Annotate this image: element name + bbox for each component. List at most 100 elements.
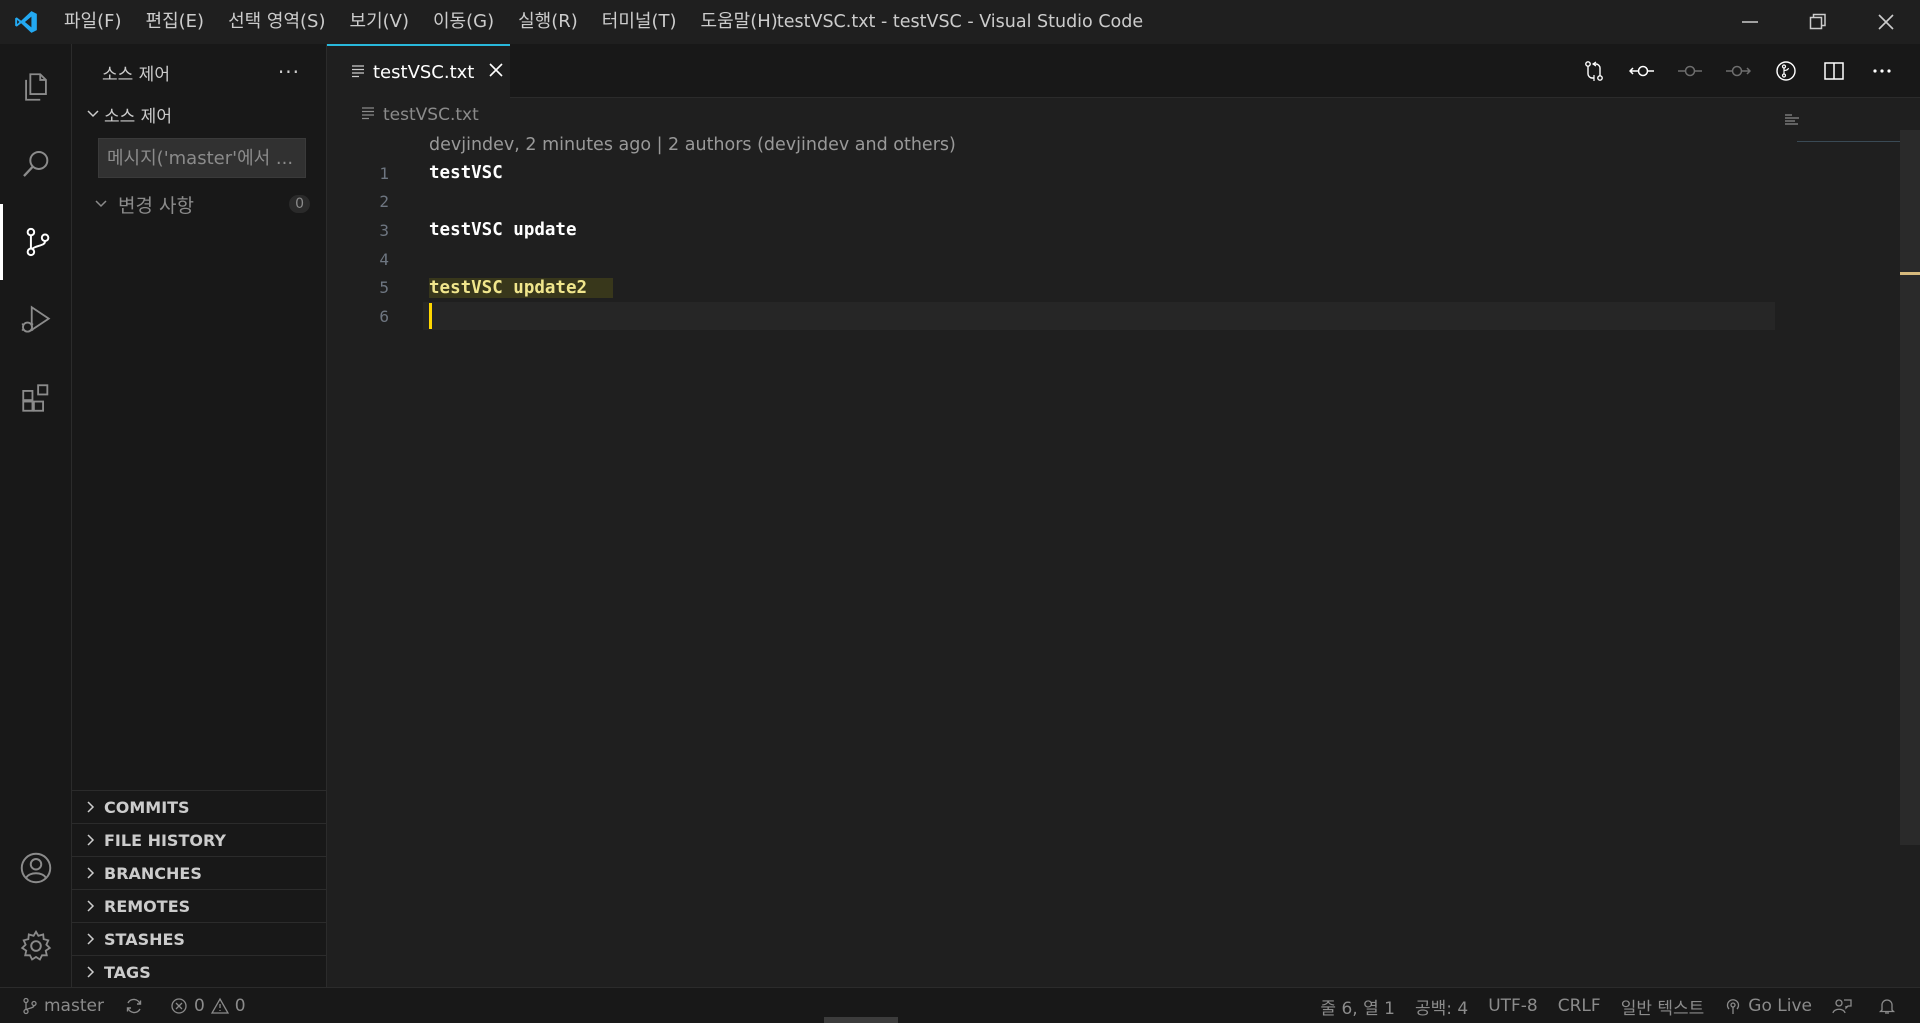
line-number: 2: [379, 192, 389, 212]
menu-help[interactable]: 도움말(H): [689, 0, 790, 44]
code-lines[interactable]: 1 testVSC 2 3 testVSC update 4 5 testVSC…: [327, 159, 1777, 331]
pane-label: REMOTES: [104, 896, 191, 916]
previous-revision-icon: [1629, 65, 1654, 77]
menu-edit[interactable]: 편집(E): [134, 0, 217, 44]
chevron-right-icon: [80, 862, 102, 884]
warning-count: 0: [234, 995, 246, 1016]
pane-label: FILE HISTORY: [104, 830, 226, 850]
activity-manage[interactable]: [0, 908, 72, 984]
feedback-icon: [1832, 999, 1852, 1014]
pane-label: STASHES: [104, 929, 185, 949]
line-number: 4: [379, 249, 389, 269]
status-problems[interactable]: 0 0: [160, 988, 256, 1023]
text-cursor: [429, 303, 432, 330]
menu-terminal[interactable]: 터미널(T): [590, 0, 689, 44]
commit-message-input[interactable]: 메시지('master'에서 ...: [98, 138, 306, 178]
code-line-2[interactable]: 2: [327, 188, 1777, 217]
status-right-items: 줄 6, 열 1 공백: 4 UTF-8 CRLF 일반 텍스트 Go Live: [1310, 988, 1912, 1023]
warning-icon: [210, 997, 229, 1014]
activity-search[interactable]: [0, 126, 72, 202]
search-icon: [23, 150, 49, 177]
vertical-scrollbar[interactable]: [1900, 130, 1920, 845]
git-blame-icon: [1776, 61, 1796, 81]
toggle-blame-button[interactable]: [1762, 44, 1810, 98]
status-sync[interactable]: [114, 988, 160, 1023]
status-branch[interactable]: master: [0, 988, 114, 1023]
gear-icon: [20, 929, 52, 961]
git-branch-icon: [23, 997, 37, 1014]
chevron-right-icon: [80, 928, 102, 950]
code-line-6-current[interactable]: 6: [327, 302, 1777, 331]
line-text: testVSC: [429, 163, 503, 184]
restore-button[interactable]: [1784, 0, 1852, 44]
status-cursor-position[interactable]: 줄 6, 열 1: [1310, 988, 1405, 1023]
status-indentation[interactable]: 공백: 4: [1405, 988, 1478, 1023]
changes-group[interactable]: 변경 사항 0: [90, 184, 320, 224]
status-language[interactable]: 일반 텍스트: [1611, 988, 1715, 1023]
run-debug-icon: [21, 305, 51, 333]
activity-run-debug[interactable]: [0, 282, 72, 358]
activity-extensions[interactable]: [0, 360, 72, 436]
line-text: testVSC update: [429, 220, 577, 241]
pane-commits[interactable]: COMMITS: [72, 790, 327, 823]
activity-account[interactable]: [0, 830, 72, 906]
more-editor-actions-button[interactable]: [1858, 44, 1906, 98]
account-icon: [20, 852, 52, 884]
pane-remotes[interactable]: REMOTES: [72, 889, 327, 922]
menu-run[interactable]: 실행(R): [506, 0, 590, 44]
more-actions-icon[interactable]: ···: [278, 60, 300, 84]
git-blame-codelens[interactable]: devjindev, 2 minutes ago | 2 authors (de…: [429, 135, 956, 159]
ellipsis-icon: [1873, 69, 1891, 73]
status-go-live[interactable]: Go Live: [1714, 988, 1822, 1023]
section-label: 소스 제어: [104, 106, 172, 127]
error-count: 0: [193, 995, 205, 1016]
minimize-button[interactable]: [1716, 0, 1784, 44]
changes-count-badge: 0: [289, 195, 310, 213]
pane-tags[interactable]: TAGS: [72, 955, 327, 988]
broadcast-icon: [1727, 999, 1740, 1014]
sync-icon: [126, 998, 142, 1013]
menu-bar: 파일(F) 편집(E) 선택 영역(S) 보기(V) 이동(G) 실행(R) 터…: [52, 0, 790, 44]
title-bar: 파일(F) 편집(E) 선택 영역(S) 보기(V) 이동(G) 실행(R) 터…: [0, 0, 1920, 44]
split-editor-button[interactable]: [1810, 44, 1858, 98]
breadcrumb-file: testVSC.txt: [383, 105, 479, 125]
status-notifications[interactable]: [1868, 988, 1912, 1023]
current-revision-button[interactable]: [1666, 44, 1714, 98]
menu-selection[interactable]: 선택 영역(S): [216, 0, 337, 44]
menu-file[interactable]: 파일(F): [52, 0, 134, 44]
close-window-button[interactable]: [1852, 0, 1920, 44]
status-eol[interactable]: CRLF: [1548, 988, 1611, 1023]
commit-icon: [1678, 65, 1702, 77]
tab-testvsc-txt[interactable]: testVSC.txt: [327, 44, 510, 98]
code-line-4[interactable]: 4: [327, 245, 1777, 274]
open-changes-button[interactable]: [1570, 44, 1618, 98]
section-source-control[interactable]: 소스 제어: [76, 98, 172, 130]
status-feedback[interactable]: [1822, 988, 1868, 1023]
error-icon: [171, 997, 187, 1014]
pane-stashes[interactable]: STASHES: [72, 922, 327, 955]
activity-explorer[interactable]: [0, 49, 72, 125]
line-number: 1: [379, 163, 389, 183]
activity-bar: [0, 44, 72, 987]
pane-label: TAGS: [104, 962, 151, 982]
menu-view[interactable]: 보기(V): [338, 0, 421, 44]
scrollbar-cursor-marker: [1900, 272, 1920, 275]
activity-source-control[interactable]: [0, 204, 72, 280]
close-tab-icon[interactable]: [488, 62, 504, 83]
next-revision-button[interactable]: [1714, 44, 1762, 98]
code-line-5-highlighted[interactable]: 5 testVSC update2: [327, 273, 1777, 302]
chevron-down-icon: [82, 103, 104, 125]
line-number: 6: [379, 306, 389, 326]
branch-name: master: [44, 995, 104, 1016]
status-encoding[interactable]: UTF-8: [1478, 988, 1548, 1023]
pane-branches[interactable]: BRANCHES: [72, 856, 327, 889]
chevron-right-icon: [80, 895, 102, 917]
breadcrumb[interactable]: testVSC.txt: [361, 100, 479, 130]
menu-go[interactable]: 이동(G): [421, 0, 506, 44]
previous-revision-button[interactable]: [1618, 44, 1666, 98]
pane-file-history[interactable]: FILE HISTORY: [72, 823, 327, 856]
code-line-3[interactable]: 3 testVSC update: [327, 216, 1777, 245]
current-line-highlight: [423, 302, 1775, 331]
explorer-icon: [25, 73, 47, 101]
code-line-1[interactable]: 1 testVSC: [327, 159, 1777, 188]
